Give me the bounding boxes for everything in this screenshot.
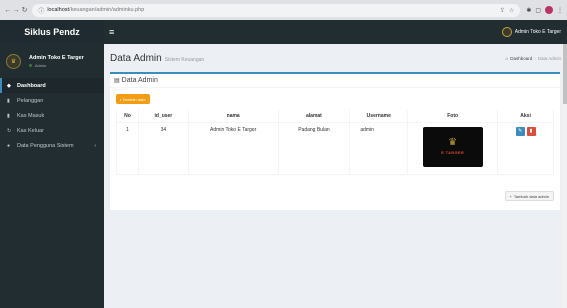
page-title: Data Admin [110,52,162,64]
table-row: 1 34 Admin Toko E Targer Padang Bulan ad… [116,121,554,175]
admin-table: No id_user nama alamat Username Foto Aks… [116,110,554,175]
reload-icon[interactable]: ↻ [21,5,28,16]
sidebar-toggle-icon[interactable]: ▢ [535,7,541,14]
bookmark-icon[interactable]: ☆ [509,7,514,14]
column-header: Username [349,110,409,123]
cell-id-user: 34 [137,121,189,175]
cell-nama: Admin Toko E Targer [187,121,279,175]
box-header: ▤ Data Admin [110,74,560,88]
sidebar-item-data-pengguna[interactable]: ● Data Pengguna Sistem ‹ [0,138,104,153]
content-wrapper: Data Admin Sistem Keuangan ⌂ Dashboard ›… [104,44,567,308]
hamburger-icon[interactable]: ≡ [109,27,114,37]
photo-logo-text: E TARGER [441,150,465,155]
profile-photo: ♛ E TARGER [422,126,483,167]
dashboard-icon: ◆ [7,82,11,89]
trash-icon: ▮ [529,128,533,134]
breadcrumb: ⌂ Dashboard › Data Admin [506,56,562,61]
plus-icon: + [509,193,512,199]
back-icon[interactable]: ← [4,5,11,16]
forward-icon[interactable]: → [12,5,20,16]
cell-no: 1 [116,121,139,175]
content-header: Data Admin Sistem Keuangan ⌂ Dashboard ›… [104,44,567,72]
add-data-button[interactable]: ▪ Tambah data [116,94,150,104]
home-icon: ⌂ [505,55,509,61]
top-navbar: ≡ Admin Toko E Targer [104,20,567,44]
column-header: No [116,110,139,123]
file-icon: ▮ [7,112,10,119]
address-bar[interactable]: ⓘ localhost /keuangan/admin/adminku.php … [32,3,521,17]
sidebar-item-kas-keluar[interactable]: ↻ Kas Keluar [0,123,104,138]
edit-button[interactable]: ✎ [515,126,525,136]
page-subtitle: Sistem Keuangan [164,56,205,63]
edit-icon: ✎ [517,128,523,134]
add-admin-button[interactable]: + Tambah data admin [504,191,554,201]
info-icon[interactable]: ⓘ [38,6,44,15]
sidebar-item-label: Data Pengguna Sistem [17,142,74,149]
user-icon: ● [7,142,11,149]
sidebar-item-kas-masuk[interactable]: ▮ Kas Masuk [0,108,104,123]
url-path: /keuangan/admin/adminku.php [69,7,145,13]
sidebar-item-label: Kas Keluar [17,127,44,134]
user-panel: ♛ Admin Toko E Targer Admin [0,44,104,78]
cell-alamat: Padang Bulan [277,121,351,175]
file-icon: ▮ [7,97,10,104]
sidebar-item-label: Dashboard [17,82,46,89]
url-host: localhost [47,7,70,13]
sidebar-item-label: Pelanggan [17,97,44,104]
column-header: nama [187,110,279,123]
page-scrollbar[interactable] [563,44,567,308]
cell-aksi: ✎ ▮ [497,121,554,175]
header-avatar [501,27,512,37]
data-box: ▤ Data Admin ▪ Tambah data No id_user na… [110,72,560,210]
header-user-name: Admin Toko E Targer [514,29,561,35]
sidebar: Siklus Pendz ♛ Admin Toko E Targer Admin… [0,20,104,308]
refresh-icon: ↻ [7,127,12,134]
breadcrumb-current: Data Admin [537,55,561,61]
online-dot-icon [29,63,32,67]
cell-username: admin [349,121,409,175]
document-icon: ▤ [114,78,120,84]
sidebar-item-label: Kas Masuk [17,112,45,119]
user-status: Admin [29,63,84,68]
chevron-left-icon: ‹ [94,142,96,149]
share-icon[interactable]: ⇪ [500,7,505,14]
sidebar-item-dashboard[interactable]: ◆ Dashboard [0,78,104,93]
table-header-row: No id_user nama alamat Username Foto Aks… [116,110,554,123]
breadcrumb-separator: › [534,55,536,61]
column-header: Aksi [497,110,554,123]
column-header: id_user [137,110,189,123]
scrollbar-thumb[interactable] [563,44,567,104]
sidebar-item-pelanggan[interactable]: ▮ Pelanggan [0,93,104,108]
delete-button[interactable]: ▮ [526,126,536,136]
crown-logo: ♛ [448,137,458,148]
cell-foto: ♛ E TARGER [407,121,499,175]
column-header: alamat [277,110,351,123]
extensions-icon[interactable]: ✱ [526,7,531,14]
user-name: Admin Toko E Targer [29,54,84,61]
header-user-menu[interactable]: Admin Toko E Targer [501,27,561,37]
box-title: Data Admin [121,77,158,84]
column-header: Foto [407,110,499,123]
browser-toolbar: ← → ↻ ⓘ localhost /keuangan/admin/admink… [0,0,567,20]
menu-icon[interactable]: ⋮ [557,7,563,14]
brand-logo[interactable]: Siklus Pendz [0,20,104,44]
breadcrumb-dashboard[interactable]: Dashboard [510,56,532,61]
profile-avatar[interactable] [545,6,554,14]
user-avatar: ♛ [6,53,21,69]
plus-icon: ▪ [120,96,122,102]
